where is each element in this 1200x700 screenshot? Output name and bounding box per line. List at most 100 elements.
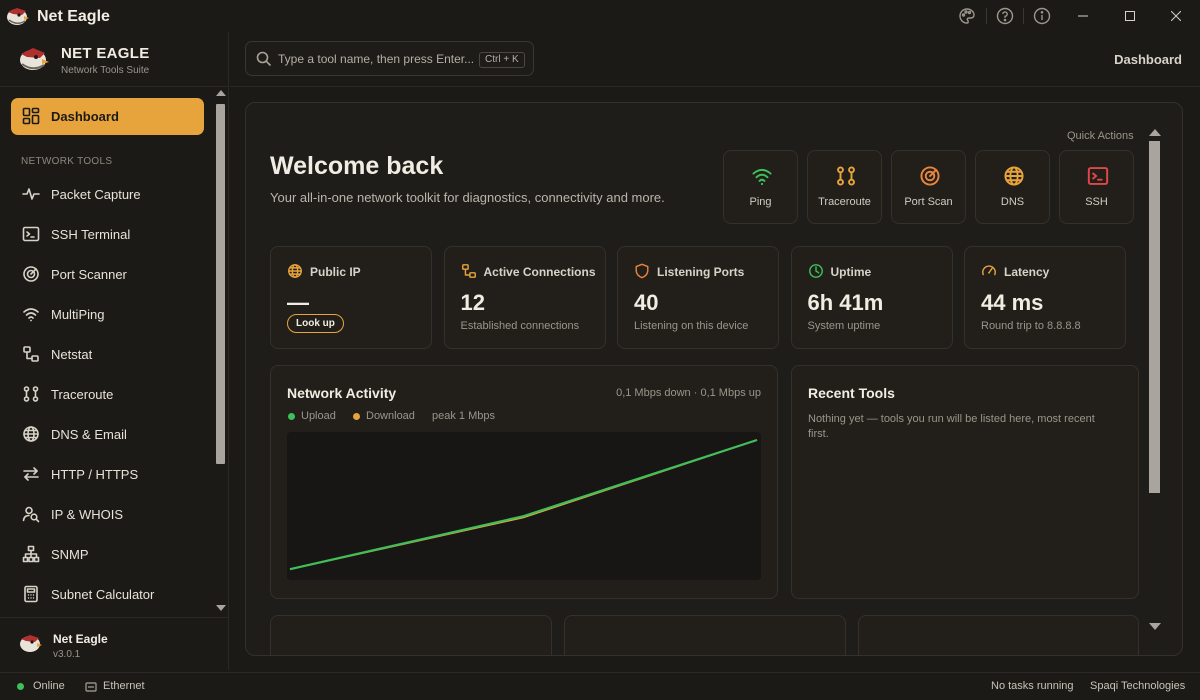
stat-title: Latency bbox=[1004, 265, 1050, 279]
stat-value: 40 bbox=[634, 290, 659, 315]
quick-action-port-scan[interactable]: Port Scan bbox=[891, 150, 966, 224]
connection-status: Online bbox=[33, 680, 65, 692]
network-rate: 0,1 Mbps down · 0,1 Mbps up bbox=[616, 387, 761, 399]
sidebar-item-label: Packet Capture bbox=[51, 187, 141, 202]
sidebar-item-label: HTTP / HTTPS bbox=[51, 467, 139, 482]
brand-subtitle: Network Tools Suite bbox=[61, 65, 150, 76]
network-icon bbox=[461, 263, 477, 279]
info-icon[interactable] bbox=[1033, 7, 1051, 25]
footer-app-name: Net Eagle bbox=[53, 632, 108, 646]
sidebar-item-snmp[interactable]: SNMP bbox=[11, 538, 204, 570]
quick-action-label: Ping bbox=[749, 196, 772, 208]
stat-card-active-connections: Active Connections 12 Established connect… bbox=[443, 246, 606, 349]
globe-icon bbox=[1003, 165, 1025, 187]
quick-action-dns[interactable]: DNS bbox=[975, 150, 1050, 224]
user-search-icon bbox=[22, 505, 40, 523]
stat-subtitle: System uptime bbox=[807, 320, 881, 332]
stat-title: Uptime bbox=[830, 265, 872, 279]
stat-card-latency: Latency 44 ms Round trip to 8.8.8.8 bbox=[964, 246, 1126, 349]
quick-action-traceroute[interactable]: Traceroute bbox=[807, 150, 882, 224]
sidebar-item-netstat[interactable]: Netstat bbox=[11, 338, 204, 370]
sidebar-scroll-thumb[interactable] bbox=[216, 104, 225, 464]
scroll-down-arrow-icon[interactable] bbox=[1149, 623, 1161, 630]
sidebar-item-packet-capture[interactable]: Packet Capture bbox=[11, 178, 204, 210]
route-icon bbox=[22, 385, 40, 403]
header: Ctrl + K Dashboard bbox=[230, 32, 1200, 87]
quick-action-ping[interactable]: Ping bbox=[723, 150, 798, 224]
sidebar-item-port-scanner[interactable]: Port Scanner bbox=[11, 258, 204, 290]
task-status: No tasks running bbox=[991, 680, 1074, 692]
search-box[interactable]: Ctrl + K bbox=[245, 41, 534, 76]
sidebar-item-label: Port Scanner bbox=[51, 267, 127, 282]
quick-action-ssh[interactable]: SSH bbox=[1059, 150, 1134, 224]
ethernet-icon bbox=[85, 682, 97, 692]
search-icon bbox=[256, 51, 272, 67]
panel-scroll-thumb[interactable] bbox=[1149, 141, 1160, 493]
quick-action-label: Port Scan bbox=[904, 196, 953, 208]
search-input[interactable] bbox=[278, 49, 478, 69]
quick-actions-label: Quick Actions bbox=[1067, 130, 1134, 142]
title-bar: Net Eagle bbox=[0, 0, 1200, 32]
sidebar-item-multiping[interactable]: MultiPing bbox=[11, 298, 204, 330]
stat-value: 12 bbox=[460, 290, 485, 315]
terminal-icon bbox=[1087, 165, 1109, 187]
stat-card-uptime: Uptime 6h 41m System uptime bbox=[790, 246, 953, 349]
footer-version: v3.0.1 bbox=[53, 649, 81, 660]
stat-subtitle: Established connections bbox=[460, 320, 580, 332]
lookup-button[interactable]: Look up bbox=[287, 314, 344, 333]
page-subtitle: Your all-in-one network toolkit for diag… bbox=[270, 190, 665, 205]
clock-icon bbox=[808, 263, 824, 279]
stat-card-listening-ports: Listening Ports 40 Listening on this devi… bbox=[617, 246, 779, 349]
bottom-card bbox=[270, 615, 552, 655]
peak-label: peak 1 Mbps bbox=[432, 410, 495, 422]
sidebar-item-subnet-calculator[interactable]: Subnet Calculator bbox=[11, 578, 204, 610]
online-indicator bbox=[17, 683, 24, 690]
scroll-up-arrow-icon[interactable] bbox=[1149, 129, 1161, 136]
radar-icon bbox=[919, 165, 941, 187]
sidebar-item-dns-email[interactable]: DNS & Email bbox=[11, 418, 204, 450]
titlebar-divider bbox=[986, 8, 987, 24]
eagle-logo-icon bbox=[20, 48, 49, 70]
arrows-icon bbox=[22, 465, 40, 483]
wifi-icon bbox=[22, 305, 40, 323]
network-adapter: Ethernet bbox=[103, 680, 145, 692]
calculator-icon bbox=[22, 585, 40, 603]
palette-icon[interactable] bbox=[958, 7, 976, 25]
brand-name: NET EAGLE bbox=[61, 45, 150, 62]
recent-tools-card: Recent Tools Nothing yet — tools you run… bbox=[791, 365, 1139, 599]
sidebar-item-dashboard[interactable]: Dashboard bbox=[11, 98, 204, 135]
globe-icon bbox=[22, 425, 40, 443]
close-button[interactable] bbox=[1153, 0, 1199, 32]
stat-value: 44 ms bbox=[981, 290, 1044, 315]
sidebar-item-http-https[interactable]: HTTP / HTTPS bbox=[11, 458, 204, 490]
eagle-logo-icon bbox=[7, 8, 29, 25]
quick-action-label: DNS bbox=[1000, 196, 1025, 208]
maximize-icon bbox=[1125, 11, 1135, 21]
sidebar-item-label: SNMP bbox=[51, 547, 89, 562]
scroll-up-arrow-icon[interactable] bbox=[216, 90, 226, 96]
sidebar-item-traceroute[interactable]: Traceroute bbox=[11, 378, 204, 410]
sidebar-item-label: DNS & Email bbox=[51, 427, 127, 442]
stat-value: 6h 41m bbox=[807, 290, 884, 315]
sidebar-item-ip-whois[interactable]: IP & WHOIS bbox=[11, 498, 204, 530]
eagle-logo-icon bbox=[20, 635, 42, 652]
quick-action-label: SSH bbox=[1085, 196, 1108, 208]
maximize-button[interactable] bbox=[1107, 0, 1153, 32]
divider bbox=[0, 86, 229, 87]
download-legend-dot bbox=[353, 413, 360, 420]
upload-legend-dot bbox=[288, 413, 295, 420]
minimize-button[interactable] bbox=[1060, 0, 1106, 32]
sidebar-item-ssh-terminal[interactable]: SSH Terminal bbox=[11, 218, 204, 250]
sidebar-item-label: Traceroute bbox=[51, 387, 114, 402]
gauge-icon bbox=[981, 263, 997, 279]
terminal-icon bbox=[22, 225, 40, 243]
series-line-upload bbox=[289, 438, 758, 571]
dashboard-icon bbox=[22, 107, 40, 125]
scroll-down-arrow-icon[interactable] bbox=[216, 605, 226, 611]
sidebar-item-label: MultiPing bbox=[51, 307, 105, 322]
card-title: Network Activity bbox=[287, 385, 397, 401]
network-activity-card: Network Activity 0,1 Mbps down · 0,1 Mbp… bbox=[270, 365, 778, 599]
help-icon[interactable] bbox=[996, 7, 1014, 25]
series-line-download bbox=[289, 439, 758, 570]
wifi-icon bbox=[751, 165, 773, 187]
